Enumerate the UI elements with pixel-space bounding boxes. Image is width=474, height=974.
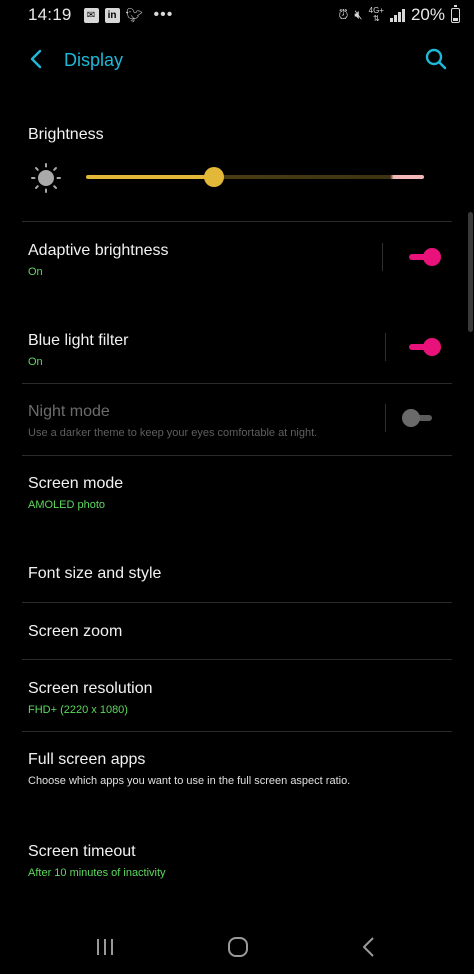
battery-percent: 20% bbox=[410, 5, 445, 24]
divider bbox=[22, 731, 452, 732]
screen-timeout-title: Screen timeout bbox=[28, 843, 136, 860]
separator bbox=[385, 333, 386, 361]
status-time: 14:19 bbox=[28, 5, 72, 24]
font-size-style-title: Font size and style bbox=[28, 565, 162, 582]
adaptive-brightness-status: On bbox=[28, 266, 43, 278]
night-mode-toggle[interactable] bbox=[402, 408, 434, 428]
alarm-icon: ⏰︎ bbox=[338, 7, 349, 22]
page-title: Display bbox=[64, 50, 124, 70]
scrollbar[interactable] bbox=[468, 212, 473, 332]
app-header: Display bbox=[0, 40, 474, 82]
full-screen-apps-row[interactable]: Full screen apps Choose which apps you w… bbox=[28, 750, 448, 788]
brightness-section: Brightness bbox=[28, 125, 448, 145]
screen-resolution-value: FHD+ (2220 x 1080) bbox=[28, 704, 128, 716]
sun-icon bbox=[31, 163, 61, 193]
divider bbox=[22, 659, 452, 660]
notification-icons: ✉ in 🐦︎ ••• bbox=[83, 6, 174, 24]
mute-icon: 🔇︎ bbox=[354, 7, 363, 22]
more-dots-icon: ••• bbox=[153, 6, 174, 23]
screen-mode-value: AMOLED photo bbox=[28, 499, 106, 511]
screen-resolution-title: Screen resolution bbox=[28, 680, 153, 697]
divider bbox=[22, 221, 452, 222]
screen-timeout-row[interactable]: Screen timeout After 10 minutes of inact… bbox=[28, 842, 448, 880]
full-screen-apps-description: Choose which apps you want to use in the… bbox=[28, 775, 351, 787]
font-size-style-row[interactable]: Font size and style bbox=[28, 564, 448, 584]
divider bbox=[22, 383, 452, 384]
screen-timeout-value: After 10 minutes of inactivity bbox=[28, 867, 166, 879]
status-bar: 14:19 ✉ in 🐦︎ ••• ⏰︎ 🔇︎ 4G+ ⇅ 20% bbox=[0, 0, 474, 30]
brightness-title: Brightness bbox=[28, 126, 104, 143]
blue-light-filter-toggle[interactable] bbox=[409, 337, 441, 357]
navigation-bar bbox=[0, 922, 474, 974]
full-screen-apps-title: Full screen apps bbox=[28, 751, 146, 768]
adaptive-brightness-title: Adaptive brightness bbox=[28, 242, 169, 259]
home-icon[interactable] bbox=[227, 936, 249, 958]
adaptive-brightness-row[interactable]: Adaptive brightness On bbox=[28, 241, 448, 279]
divider bbox=[22, 602, 452, 603]
screen-mode-title: Screen mode bbox=[28, 475, 124, 492]
separator bbox=[382, 243, 383, 271]
network-type: 4G+ ⇅ bbox=[368, 6, 384, 23]
separator bbox=[385, 404, 386, 432]
brightness-slider-thumb[interactable] bbox=[204, 167, 225, 187]
signal-icon bbox=[389, 8, 405, 22]
system-icons: ⏰︎ 🔇︎ 4G+ ⇅ 20% bbox=[338, 4, 460, 25]
screen-mode-row[interactable]: Screen mode AMOLED photo bbox=[28, 474, 448, 512]
screen-resolution-row[interactable]: Screen resolution FHD+ (2220 x 1080) bbox=[28, 679, 448, 717]
search-icon[interactable] bbox=[424, 47, 448, 71]
adaptive-brightness-toggle[interactable] bbox=[409, 247, 441, 267]
twitter-icon: 🐦︎ bbox=[125, 6, 144, 23]
screen-zoom-row[interactable]: Screen zoom bbox=[28, 622, 448, 642]
back-arrow-icon[interactable] bbox=[26, 48, 48, 70]
back-icon[interactable] bbox=[360, 936, 378, 958]
brightness-slider-track[interactable] bbox=[86, 175, 424, 179]
recents-icon[interactable] bbox=[95, 937, 115, 957]
battery-icon bbox=[451, 4, 460, 23]
divider bbox=[22, 455, 452, 456]
email-icon: ✉ bbox=[83, 7, 99, 23]
linkedin-icon: in bbox=[104, 7, 120, 23]
screen-zoom-title: Screen zoom bbox=[28, 623, 123, 640]
